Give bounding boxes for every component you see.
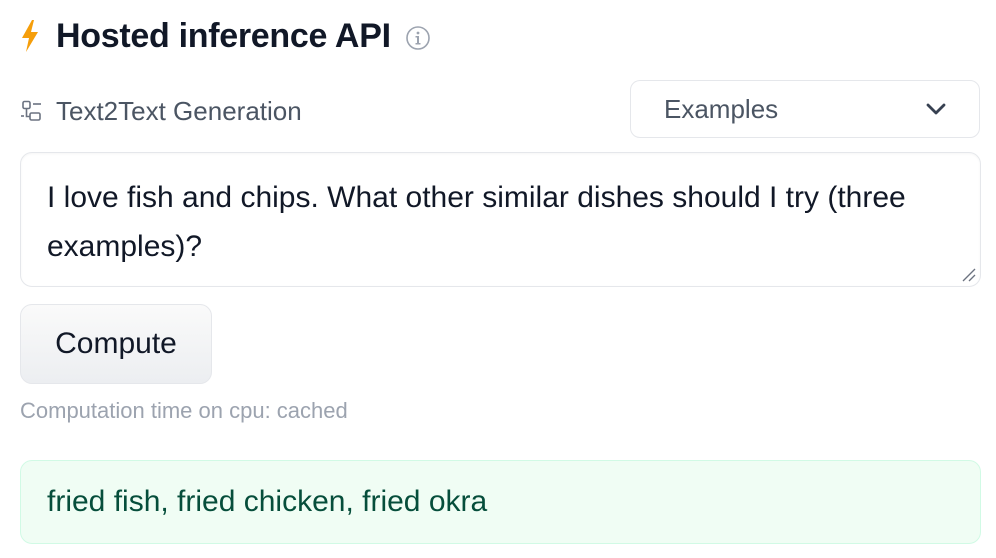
inference-widget: Hosted inference API Text2Text Generatio… bbox=[0, 0, 996, 558]
input-text: I love fish and chips. What other simila… bbox=[47, 181, 906, 263]
resize-handle-icon[interactable] bbox=[960, 266, 976, 282]
task-label: Text2Text Generation bbox=[56, 95, 302, 126]
task-icon bbox=[21, 100, 41, 121]
input-textarea[interactable]: I love fish and chips. What other simila… bbox=[20, 152, 981, 287]
widget-header: Hosted inference API bbox=[18, 14, 431, 58]
compute-button[interactable]: Compute bbox=[20, 304, 212, 384]
computation-time-status: Computation time on cpu: cached bbox=[20, 398, 348, 423]
widget-title: Hosted inference API bbox=[56, 16, 391, 55]
chevron-down-icon bbox=[926, 103, 946, 115]
examples-dropdown-label: Examples bbox=[664, 93, 779, 124]
bolt-icon bbox=[22, 20, 38, 52]
info-icon[interactable] bbox=[405, 25, 431, 51]
output-box: fried fish, fried chicken, fried okra bbox=[20, 460, 981, 544]
examples-dropdown[interactable]: Examples bbox=[630, 80, 980, 138]
task-type: Text2Text Generation bbox=[20, 92, 302, 130]
output-text: fried fish, fried chicken, fried okra bbox=[47, 485, 488, 518]
